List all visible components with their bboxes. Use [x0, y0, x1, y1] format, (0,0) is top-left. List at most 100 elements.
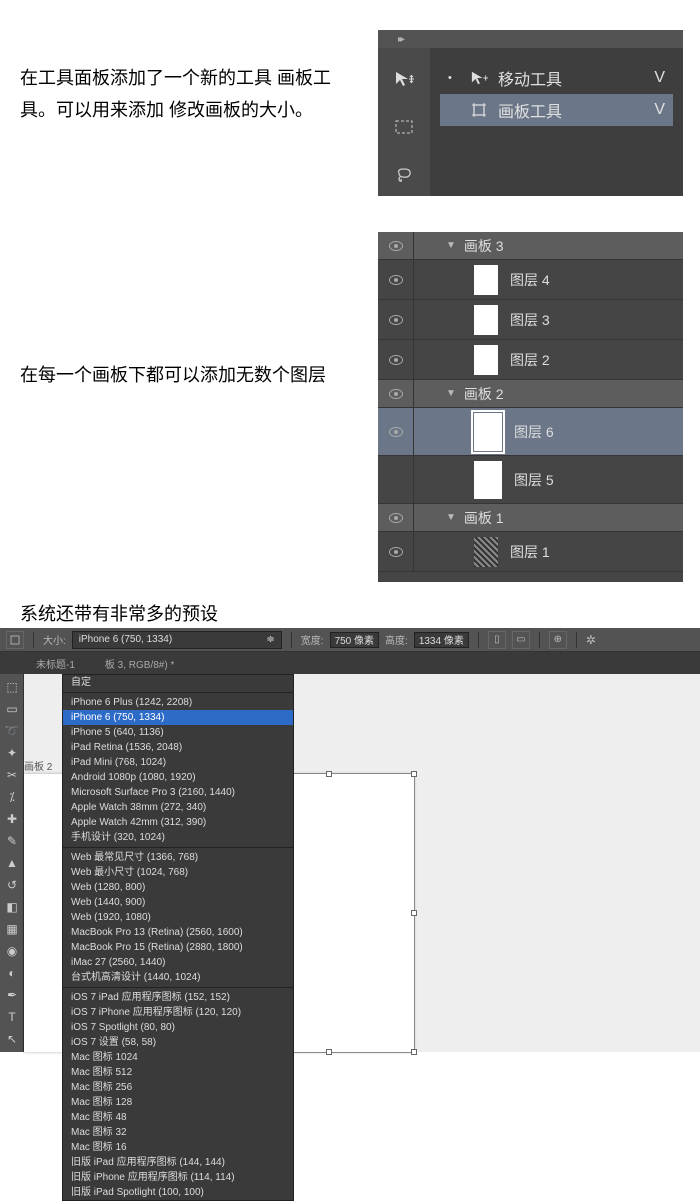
preset-item[interactable]: Android 1080p (1080, 1920): [63, 770, 293, 785]
preset-item[interactable]: 手机设计 (320, 1024): [63, 830, 293, 845]
visibility-icon[interactable]: [389, 355, 403, 365]
layer-row[interactable]: 图层 5: [378, 456, 683, 504]
preset-item[interactable]: iPad Retina (1536, 2048): [63, 740, 293, 755]
preset-item[interactable]: iOS 7 iPhone 应用程序图标 (120, 120): [63, 1005, 293, 1020]
visibility-icon[interactable]: [389, 275, 403, 285]
preset-item[interactable]: Microsoft Surface Pro 3 (2160, 1440): [63, 785, 293, 800]
panel-collapse-bar[interactable]: ▸▸: [378, 30, 683, 48]
preset-item[interactable]: Mac 图标 128: [63, 1095, 293, 1110]
eyedropper-icon[interactable]: ⁒: [0, 786, 24, 808]
preset-item[interactable]: Mac 图标 512: [63, 1065, 293, 1080]
type-icon[interactable]: T: [0, 1006, 24, 1028]
artboard-row-3[interactable]: ▼ 画板 3: [378, 232, 683, 260]
layer-thumbnail: [474, 265, 498, 295]
heal-icon[interactable]: ✚: [0, 808, 24, 830]
artboard-icon[interactable]: ⬚: [0, 676, 24, 698]
preset-item[interactable]: Web 最小尺寸 (1024, 768): [63, 865, 293, 880]
layer-row[interactable]: 图层 2: [378, 340, 683, 380]
path-icon[interactable]: ↖: [0, 1028, 24, 1050]
width-value[interactable]: 750 像素: [330, 632, 379, 648]
preset-item[interactable]: Web 最常见尺寸 (1366, 768): [63, 850, 293, 865]
preset-item[interactable]: iPad Mini (768, 1024): [63, 755, 293, 770]
resize-handle[interactable]: [411, 771, 417, 777]
layer-row[interactable]: 图层 4: [378, 260, 683, 300]
resize-handle[interactable]: [326, 771, 332, 777]
layer-row[interactable]: 图层 3: [378, 300, 683, 340]
move-tool-icon[interactable]: [389, 66, 419, 92]
preset-item[interactable]: MacBook Pro 15 (Retina) (2880, 1800): [63, 940, 293, 955]
add-artboard-icon[interactable]: ⊕: [549, 631, 567, 649]
tool-artboard[interactable]: 画板工具 V: [440, 94, 673, 126]
marquee-icon[interactable]: ▭: [0, 698, 24, 720]
preset-item[interactable]: Web (1920, 1080): [63, 910, 293, 925]
orientation-landscape-icon[interactable]: ▭: [512, 631, 530, 649]
artboard-label: 画板 2: [24, 758, 52, 773]
layer-row-selected[interactable]: 图层 6: [378, 408, 683, 456]
artboard-tool-icon[interactable]: [6, 631, 24, 649]
preset-item[interactable]: 自定: [63, 675, 293, 690]
resize-handle[interactable]: [411, 1049, 417, 1055]
preset-dropdown[interactable]: 自定 iPhone 6 Plus (1242, 2208)iPhone 6 (7…: [62, 674, 294, 1201]
resize-handle[interactable]: [411, 910, 417, 916]
layer-row[interactable]: 图层 1: [378, 532, 683, 572]
tools-flyout-panel: ▸▸ • 移动工具 V: [378, 30, 683, 196]
pen-icon[interactable]: ✒: [0, 984, 24, 1006]
document-tab[interactable]: 未标题-1: [28, 654, 83, 673]
intro-text-3: 系统还带有非常多的预设: [20, 600, 218, 626]
preset-item[interactable]: Mac 图标 48: [63, 1110, 293, 1125]
orientation-portrait-icon[interactable]: ▯: [488, 631, 506, 649]
visibility-icon[interactable]: [389, 427, 403, 437]
artboard-row-2[interactable]: ▼ 画板 2: [378, 380, 683, 408]
dodge-icon[interactable]: ◐: [0, 962, 24, 984]
preset-item[interactable]: 旧版 iPhone 应用程序图标 (114, 114): [63, 1170, 293, 1185]
preset-item[interactable]: Mac 图标 1024: [63, 1050, 293, 1065]
preset-item[interactable]: Apple Watch 38mm (272, 340): [63, 800, 293, 815]
document-tab[interactable]: 板 3, RGB/8#) *: [97, 654, 182, 673]
blur-icon[interactable]: ◉: [0, 940, 24, 962]
history-brush-icon[interactable]: ↺: [0, 874, 24, 896]
preset-item[interactable]: iMac 27 (2560, 1440): [63, 955, 293, 970]
gradient-icon[interactable]: ▦: [0, 918, 24, 940]
preset-item[interactable]: Mac 图标 16: [63, 1140, 293, 1155]
marquee-tool-icon[interactable]: [389, 114, 419, 140]
wand-icon[interactable]: ✦: [0, 742, 24, 764]
preset-item[interactable]: iOS 7 设置 (58, 58): [63, 1035, 293, 1050]
tool-move[interactable]: • 移动工具 V: [440, 62, 673, 94]
resize-handle[interactable]: [326, 1049, 332, 1055]
layer-thumbnail: [474, 345, 498, 375]
preset-item[interactable]: iPhone 6 (750, 1334): [63, 710, 293, 725]
preset-item[interactable]: iOS 7 iPad 应用程序图标 (152, 152): [63, 990, 293, 1005]
layer-thumbnail: [474, 537, 498, 567]
preset-item[interactable]: Web (1280, 800): [63, 880, 293, 895]
visibility-icon[interactable]: [389, 315, 403, 325]
eraser-icon[interactable]: ◧: [0, 896, 24, 918]
visibility-icon[interactable]: [389, 241, 403, 251]
layer-name: 图层 6: [514, 422, 554, 442]
preset-item[interactable]: Web (1440, 900): [63, 895, 293, 910]
preset-item[interactable]: 旧版 iPad Spotlight (100, 100): [63, 1185, 293, 1200]
artboard-row-1[interactable]: ▼ 画板 1: [378, 504, 683, 532]
preset-item[interactable]: Apple Watch 42mm (312, 390): [63, 815, 293, 830]
layer-name: 图层 1: [510, 542, 550, 562]
lasso-icon[interactable]: ➰: [0, 720, 24, 742]
preset-item[interactable]: iPhone 6 Plus (1242, 2208): [63, 695, 293, 710]
preset-item[interactable]: MacBook Pro 13 (Retina) (2560, 1600): [63, 925, 293, 940]
preset-item[interactable]: Mac 图标 256: [63, 1080, 293, 1095]
preset-item[interactable]: iOS 7 Spotlight (80, 80): [63, 1020, 293, 1035]
toolbox: [378, 48, 430, 196]
lasso-tool-icon[interactable]: [389, 162, 419, 188]
visibility-icon[interactable]: [389, 513, 403, 523]
visibility-icon[interactable]: [389, 389, 403, 399]
height-value[interactable]: 1334 像素: [414, 632, 469, 648]
layer-thumbnail: [474, 461, 502, 499]
brush-icon[interactable]: ✎: [0, 830, 24, 852]
visibility-icon[interactable]: [389, 547, 403, 557]
preset-item[interactable]: 旧版 iPad 应用程序图标 (144, 144): [63, 1155, 293, 1170]
size-preset-select[interactable]: iPhone 6 (750, 1334) ≑: [72, 631, 282, 649]
gear-icon[interactable]: ✲: [586, 633, 596, 647]
preset-item[interactable]: Mac 图标 32: [63, 1125, 293, 1140]
preset-item[interactable]: 台式机高清设计 (1440, 1024): [63, 970, 293, 985]
stamp-icon[interactable]: ▲: [0, 852, 24, 874]
preset-item[interactable]: iPhone 5 (640, 1136): [63, 725, 293, 740]
crop-icon[interactable]: ✂: [0, 764, 24, 786]
